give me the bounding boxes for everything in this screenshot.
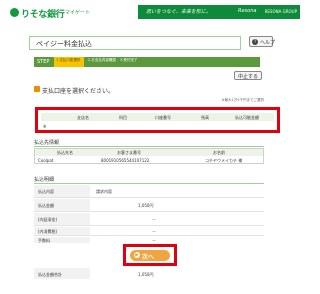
- banner-slogan: 思いをつなぐ、未来を形に。: [146, 9, 211, 15]
- checkbox-icon: [34, 86, 40, 92]
- next-button-frame: ▶ 次へ: [123, 244, 177, 266]
- account-table: 支店名 科目 口座番号 残高 払込可能金額 ※: [35, 107, 280, 133]
- col-customer-number: お客さま番号: [117, 150, 141, 155]
- bank-logo[interactable]: りそな銀行: [21, 7, 65, 20]
- account-row[interactable]: ※: [43, 124, 46, 129]
- detail-value: 請求内容: [96, 189, 112, 194]
- step-label: STEP: [37, 59, 50, 65]
- account-table-header: 支店名 科目 口座番号 残高 払込可能金額: [41, 113, 274, 121]
- col-payee: 払込先名: [57, 150, 73, 155]
- help-label: ヘルプ: [260, 40, 276, 46]
- detail-row-tax: (内消費税) －: [34, 227, 264, 236]
- detail-value: 1,050円: [138, 203, 154, 208]
- mygate-label: マイゲート: [65, 10, 91, 16]
- detail-value: －: [152, 217, 156, 222]
- arrow-right-icon: ▶: [134, 252, 140, 258]
- destination-header: 払込先名 お客さま番号 お名前: [35, 149, 263, 156]
- payee-value: Coolpat: [38, 158, 54, 163]
- note-text: ※最大1万5千円までご選択: [221, 98, 264, 102]
- brand-banner: 思いをつなぐ、未来を形に。 Resona RESONA GROUP: [138, 5, 300, 19]
- col-payable-amount: 払込可能金額: [235, 115, 259, 120]
- detail-row-amount: 払込金額 1,050円: [34, 199, 264, 212]
- destination-title: 払込先情報: [34, 140, 60, 146]
- col-type: 科目: [119, 115, 127, 120]
- detail-value: －: [152, 229, 156, 234]
- step-indicator: STEP 1.支払口座選択 2.お支払内容確認 3.受付完了: [34, 57, 260, 67]
- page-title-box: ペイジー料金払込: [29, 36, 241, 50]
- detail-row-fee: 手数料 －: [34, 237, 264, 243]
- detail-label: 手数料: [38, 238, 50, 243]
- col-balance: 残高: [201, 115, 209, 120]
- next-label: 次へ: [142, 254, 155, 261]
- total-value: 1,050円: [138, 272, 154, 277]
- divider: [34, 183, 264, 184]
- help-button[interactable]: ? ヘルプ: [249, 36, 276, 47]
- detail-row-content: 払込内容 請求内容: [34, 185, 264, 198]
- page-title: ペイジー料金払込: [36, 40, 92, 48]
- step-3: 3.受付完了: [120, 58, 138, 62]
- detail-row-late-fee: (内延滞金) －: [34, 213, 264, 226]
- detail-row-total: 払込金額合計 1,050円: [34, 268, 264, 280]
- next-button[interactable]: ▶ 次へ: [130, 250, 170, 261]
- banner-logo: Resona: [238, 8, 257, 14]
- detail-label: 払込金額: [38, 203, 54, 208]
- header: りそな銀行 マイゲート 思いをつなぐ、未来を形に。 Resona RESONA …: [0, 0, 300, 32]
- total-label: 払込金額合計: [38, 272, 62, 277]
- col-branch: 支店名: [77, 115, 89, 120]
- stop-button[interactable]: 中止する: [234, 71, 262, 80]
- divider: [34, 146, 264, 147]
- destination-table: 払込先名 お客さま番号 お名前 Coolpat 8001910565544107…: [34, 148, 264, 164]
- help-icon: ?: [252, 39, 258, 45]
- resona-logo-icon: [10, 8, 19, 17]
- name-value: コチヤウメイカチ 様: [205, 158, 243, 163]
- customer-number-value: 8001910565544107122: [101, 158, 150, 163]
- banner-group: RESONA GROUP: [264, 9, 297, 14]
- stop-label: 中止する: [238, 74, 259, 80]
- col-account-number: 口座番号: [155, 115, 171, 120]
- step-1-current: 1.支払口座選択: [54, 57, 84, 67]
- step-2: 2.お支払内容確認: [88, 58, 116, 62]
- select-prompt: 支払口座を選択ください。: [42, 88, 115, 95]
- col-name: お名前: [213, 150, 225, 155]
- detail-label: (内延滞金): [38, 217, 58, 222]
- detail-label: 払込内容: [38, 189, 54, 194]
- details-title: 払込明細: [34, 177, 55, 183]
- detail-label: (内消費税): [38, 229, 58, 234]
